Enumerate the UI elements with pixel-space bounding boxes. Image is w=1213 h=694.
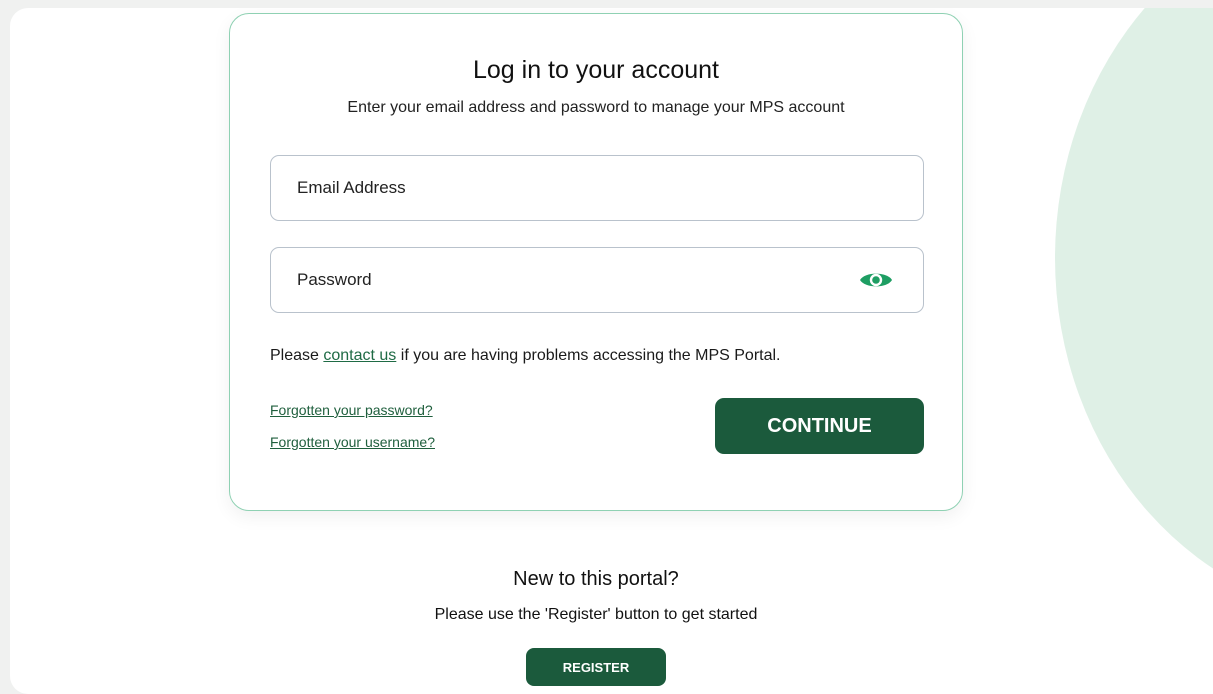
register-title: New to this portal?	[513, 568, 679, 590]
contact-us-link[interactable]: contact us	[323, 347, 396, 364]
decorative-circle	[1055, 8, 1213, 618]
help-text-prefix: Please	[270, 347, 324, 364]
login-card: Log in to your account Enter your email …	[229, 13, 963, 511]
password-field[interactable]	[297, 248, 837, 312]
login-title: Log in to your account	[473, 56, 719, 84]
page-background: Log in to your account Enter your email …	[10, 8, 1213, 694]
login-subtitle: Enter your email address and password to…	[347, 99, 845, 116]
password-field-box[interactable]	[270, 247, 924, 313]
register-subtitle: Please use the 'Register' button to get …	[434, 606, 758, 623]
register-button[interactable]: REGISTER	[526, 648, 666, 686]
forgot-password-link[interactable]: Forgotten your password?	[270, 402, 433, 418]
email-field-box[interactable]	[270, 155, 924, 221]
email-field[interactable]	[297, 156, 837, 220]
help-text: Please contact us if you are having prob…	[270, 347, 781, 365]
forgot-username-link[interactable]: Forgotten your username?	[270, 434, 435, 450]
continue-button[interactable]: CONTINUE	[715, 398, 924, 454]
eye-icon[interactable]	[859, 269, 893, 291]
help-text-suffix: if you are having problems accessing the…	[396, 347, 781, 364]
